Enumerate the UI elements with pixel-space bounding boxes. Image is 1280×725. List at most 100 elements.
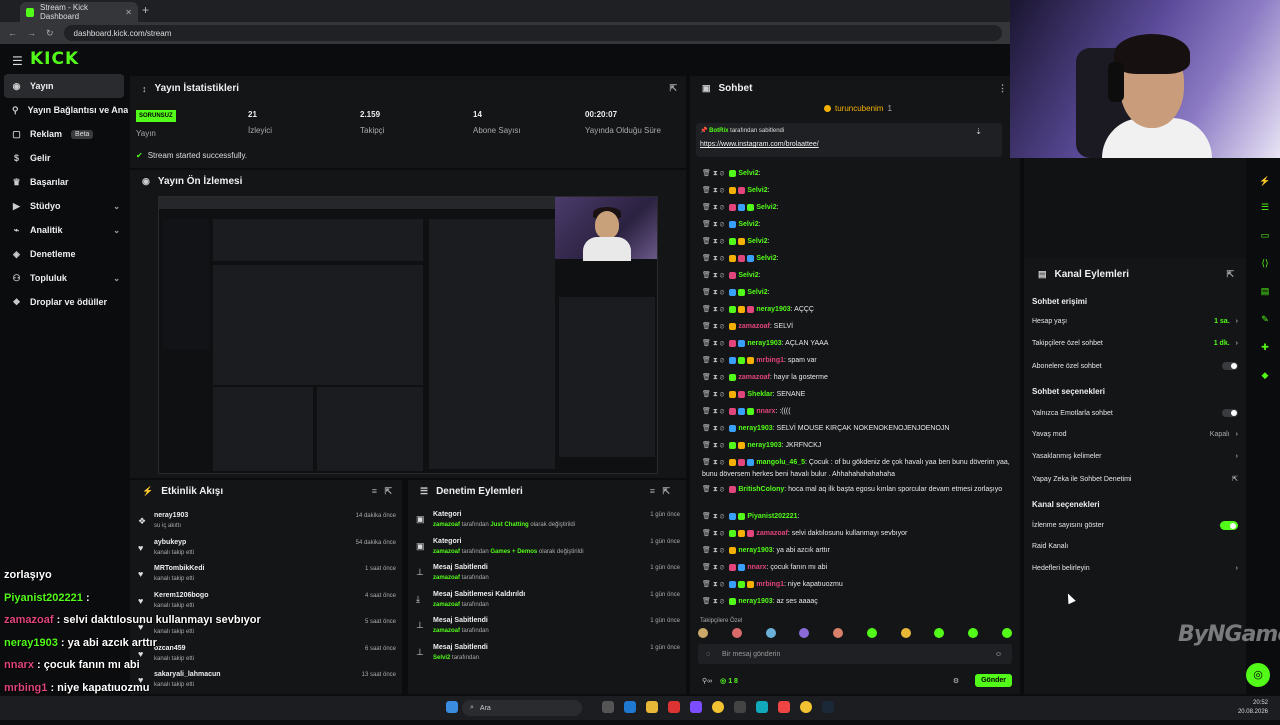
chat-message[interactable]: 🗑⧗⊘ Selvi2: xyxy=(702,202,1014,214)
chat-username[interactable]: Selvi2 xyxy=(747,289,767,296)
banned-words-option[interactable]: Yasaklanmış kelimeler › xyxy=(1032,453,1238,460)
chat-username[interactable]: Selvi2 xyxy=(738,272,758,279)
mod-tools-icon[interactable]: 🗑⧗⊘ xyxy=(702,408,726,415)
mod-tools-icon[interactable]: 🗑⧗⊘ xyxy=(702,513,726,520)
windows-start-icon[interactable] xyxy=(446,701,458,713)
chat-username[interactable]: Selvi2 xyxy=(747,238,767,245)
chrome-icon[interactable] xyxy=(712,701,724,713)
filter-icon[interactable]: ≡ ⇱ xyxy=(650,486,670,497)
sidebar-item[interactable]: ⌁ Analitik ⌄ xyxy=(0,218,128,242)
lightning-icon[interactable]: ⚡ xyxy=(1258,176,1272,190)
mod-tools-icon[interactable]: 🗑⧗⊘ xyxy=(702,598,726,605)
mod-tools-icon[interactable]: 🗑⧗⊘ xyxy=(702,204,726,211)
activity-item[interactable]: ❖ neray1903 su iç akıttı 14 dakika önce xyxy=(138,512,396,538)
chat-message[interactable]: 🗑⧗⊘ neray1903: az ses aaaaç xyxy=(702,596,1014,608)
mod-tools-icon[interactable]: 🗑⧗⊘ xyxy=(702,442,726,449)
app-icon-5[interactable] xyxy=(778,701,790,713)
edge-icon[interactable] xyxy=(624,701,636,713)
chat-username[interactable]: neray1903 xyxy=(738,547,772,554)
menu-icon[interactable]: ☰ xyxy=(12,54,23,68)
reload-icon[interactable]: ↻ xyxy=(46,28,54,39)
emote-icon[interactable] xyxy=(968,628,979,638)
forward-icon[interactable]: → xyxy=(27,28,36,38)
emote-icon[interactable] xyxy=(765,628,776,638)
sidebar-item[interactable]: ▶ Stüdyo ⌄ xyxy=(0,194,128,218)
wrench-icon[interactable]: ✎ xyxy=(1258,314,1272,328)
chat-message[interactable]: 🗑⧗⊘ nnarx: çocuk fanın mı abi xyxy=(702,562,1014,574)
moderation-item[interactable]: ▣ Kategori zamazoaf tarafından Games + D… xyxy=(416,538,680,564)
chat-message[interactable]: 🗑⧗⊘ zamazoaf: hayır la gosterme xyxy=(702,372,1014,384)
chat-username[interactable]: Sheklar xyxy=(747,391,772,398)
moderation-item[interactable]: ▣ Kategori zamazoaf tarafından Just Chat… xyxy=(416,511,680,537)
chat-message[interactable]: 🗑⧗⊘ zamazoaf: selvi daktılosunu kullanmay… xyxy=(702,528,1014,540)
mod-tools-icon[interactable]: 🗑⧗⊘ xyxy=(702,238,726,245)
chat-username[interactable]: zamazoaf xyxy=(756,530,788,537)
document-icon[interactable]: ▤ xyxy=(1258,286,1272,300)
emote-icon[interactable] xyxy=(934,628,945,638)
chat-username[interactable]: neray1903 xyxy=(738,425,772,432)
chat-message[interactable]: 🗑⧗⊘ nnarx: :(((( xyxy=(702,406,1014,418)
goals-option[interactable]: Hedefleri belirleyin › xyxy=(1032,565,1238,572)
emote-icon[interactable] xyxy=(799,628,810,638)
back-icon[interactable]: ← xyxy=(8,28,17,38)
chat-username[interactable]: mrbing1 xyxy=(756,581,784,588)
mod-tools-icon[interactable]: 🗑⧗⊘ xyxy=(702,170,726,177)
chat-message[interactable]: 🗑⧗⊘ neray1903: AÇLAN YAAA xyxy=(702,338,1014,350)
chat-message[interactable]: 🗑⧗⊘ Selvi2: xyxy=(702,287,1014,299)
mod-tools-icon[interactable]: ⚲∞ xyxy=(702,677,712,685)
filter-icon[interactable]: ≡ ⇱ xyxy=(372,486,392,497)
mod-tools-icon[interactable]: 🗑⧗⊘ xyxy=(702,547,726,554)
task-view-icon[interactable] xyxy=(602,701,614,713)
sidebar-item[interactable]: ◈ Denetleme xyxy=(0,242,128,266)
folder-icon[interactable] xyxy=(646,701,658,713)
settings-icon[interactable]: ⚙ xyxy=(953,677,959,685)
chat-message[interactable]: 🗑⧗⊘ mrbing1: spam var xyxy=(702,355,1014,367)
emote-icon[interactable] xyxy=(833,628,844,638)
chat-message[interactable]: 🗑⧗⊘ Selvi2: xyxy=(702,219,1014,231)
emote-only-toggle[interactable] xyxy=(1222,409,1238,417)
chat-message[interactable]: 🗑⧗⊘ BritishColony: hoca mal aq ilk başta … xyxy=(702,484,1014,496)
chat-username[interactable]: mangolu_46_5 xyxy=(756,459,805,466)
followers-only-option[interactable]: Takipçilere özel sohbet 1 dk. › xyxy=(1032,340,1238,347)
chat-message[interactable]: 🗑⧗⊘ neray1903: ya abi azcık arttır xyxy=(702,545,1014,557)
mod-tools-icon[interactable]: 🗑⧗⊘ xyxy=(702,255,726,262)
app-icon[interactable] xyxy=(668,701,680,713)
code-icon[interactable]: ⟨⟩ xyxy=(1258,258,1272,272)
emote-icon[interactable] xyxy=(900,628,911,638)
close-tab-icon[interactable]: ✕ xyxy=(125,8,132,17)
show-viewers-toggle[interactable] xyxy=(1220,521,1238,530)
chat-username[interactable]: Selvi2 xyxy=(747,187,767,194)
mod-tools-icon[interactable]: 🗑⧗⊘ xyxy=(702,272,726,279)
unpin-icon[interactable]: ⇣ xyxy=(975,127,982,136)
sidebar-item[interactable]: ◉ Yayın xyxy=(4,74,124,98)
chat-username[interactable]: neray1903 xyxy=(756,306,790,313)
mod-tools-icon[interactable]: 🗑⧗⊘ xyxy=(702,391,726,398)
mod-tools-icon[interactable]: 🗑⧗⊘ xyxy=(702,564,726,571)
chat-message[interactable]: 🗑⧗⊘ neray1903: SELVİ MOUSE KIRÇAK NOKENOK… xyxy=(702,423,1014,435)
mod-tools-icon[interactable]: 🗑⧗⊘ xyxy=(702,581,726,588)
chat-username[interactable]: zamazoaf xyxy=(738,323,770,330)
sidebar-item[interactable]: ❖ Droplar ve ödüller xyxy=(0,290,128,314)
chat-username[interactable]: Selvi2 xyxy=(756,204,776,211)
chat-message[interactable]: 🗑⧗⊘ Sheklar: SENANE xyxy=(702,389,1014,401)
mod-tools-icon[interactable]: 🗑⧗⊘ xyxy=(702,187,726,194)
chat-username[interactable]: BritishColony xyxy=(738,486,784,493)
mod-tools-icon[interactable]: 🗑⧗⊘ xyxy=(702,425,726,432)
sidebar-item[interactable]: ♛ Başarılar xyxy=(0,170,128,194)
mod-tools-icon[interactable]: 🗑⧗⊘ xyxy=(702,374,726,381)
chat-username[interactable]: Selvi2 xyxy=(738,221,758,228)
chat-message[interactable]: 🗑⧗⊘ neray1903: AÇÇÇ xyxy=(702,304,1014,316)
mod-tools-icon[interactable]: 🗑⧗⊘ xyxy=(702,357,726,364)
mod-tools-icon[interactable]: 🗑⧗⊘ xyxy=(702,340,726,347)
emote-icon[interactable] xyxy=(698,628,708,638)
puzzle-icon[interactable]: ✚ xyxy=(1258,342,1272,356)
activity-item[interactable]: ♥ aybukeyp kanalı takip etti 54 dakika ö… xyxy=(138,539,396,565)
chat-message[interactable]: 🗑⧗⊘ neray1903: JKRFNCKJ xyxy=(702,440,1014,452)
sidebar-item[interactable]: ⚲ Yayın Bağlantısı ve Anahtarı xyxy=(0,98,128,122)
chat-input[interactable]: ◌ Bir mesaj gönderin ☺ xyxy=(698,644,1012,664)
chat-message[interactable]: 🗑⧗⊘ Selvi2: xyxy=(702,185,1014,197)
more-icon[interactable]: ⋮ xyxy=(998,83,1007,94)
moderation-item[interactable]: ⊥ Mesaj Sabitlendi Selvi2 tarafından 1 g… xyxy=(416,644,680,670)
slow-mode-option[interactable]: Yavaş mod Kapalı › xyxy=(1032,431,1238,438)
chat-message[interactable]: 🗑⧗⊘ Selvi2: xyxy=(702,236,1014,248)
